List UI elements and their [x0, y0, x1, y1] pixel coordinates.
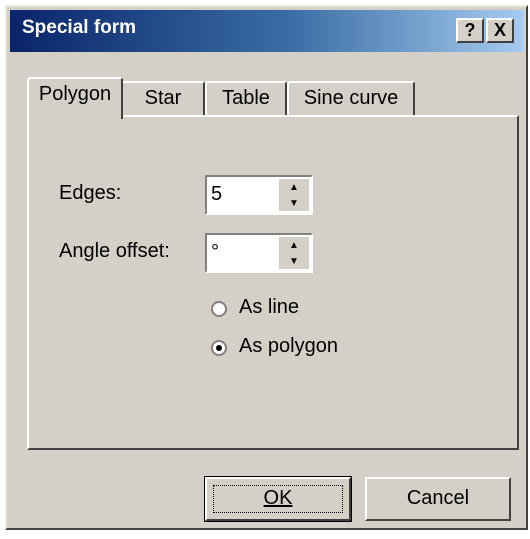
edges-spin-buttons[interactable]: ▲ ▼	[278, 179, 309, 211]
title-bar[interactable]: Special form ? X	[10, 10, 523, 52]
close-icon: X	[493, 20, 506, 40]
tab-table-label: Table	[222, 87, 270, 109]
close-button[interactable]: X	[486, 18, 514, 43]
as-line-label[interactable]: As line	[239, 296, 299, 319]
tab-star[interactable]: Star	[121, 81, 205, 115]
cancel-button-label: Cancel	[406, 487, 470, 509]
tab-sine-curve[interactable]: Sine curve	[287, 81, 415, 115]
spin-up-icon[interactable]: ▲	[279, 237, 309, 253]
focus-rectangle	[213, 485, 343, 513]
spin-down-icon[interactable]: ▼	[279, 195, 309, 211]
angle-offset-spinner[interactable]: ° ▲ ▼	[205, 233, 313, 273]
edges-label: Edges:	[59, 182, 122, 204]
tab-polygon[interactable]: Polygon	[27, 77, 123, 119]
radio-selected-dot	[216, 345, 222, 351]
ok-button[interactable]: OK	[204, 476, 352, 522]
spin-down-icon[interactable]: ▼	[279, 253, 309, 269]
help-button[interactable]: ?	[456, 18, 484, 43]
as-line-radio[interactable]	[211, 301, 227, 317]
angle-spin-buttons[interactable]: ▲ ▼	[278, 237, 309, 269]
angle-offset-input[interactable]: °	[211, 241, 219, 264]
spin-up-icon[interactable]: ▲	[279, 179, 309, 195]
as-polygon-radio[interactable]	[211, 340, 227, 356]
edges-input[interactable]: 5	[211, 183, 222, 206]
help-icon: ?	[464, 20, 476, 40]
edges-spinner[interactable]: 5 ▲ ▼	[205, 175, 313, 215]
tab-polygon-label: Polygon	[38, 83, 112, 105]
polygon-tab-panel: Edges: 5 ▲ ▼ Angle offset: ° ▲ ▼ As line…	[27, 115, 519, 450]
tab-table[interactable]: Table	[205, 81, 287, 115]
cancel-button[interactable]: Cancel	[365, 477, 511, 521]
tab-sine-curve-label: Sine curve	[303, 87, 399, 109]
tab-star-label: Star	[144, 87, 182, 109]
as-polygon-label[interactable]: As polygon	[239, 335, 338, 358]
angle-offset-label: Angle offset:	[59, 240, 170, 262]
special-form-dialog: Special form ? X Polygon Star Table Sine…	[5, 5, 528, 530]
window-title: Special form	[22, 17, 137, 38]
